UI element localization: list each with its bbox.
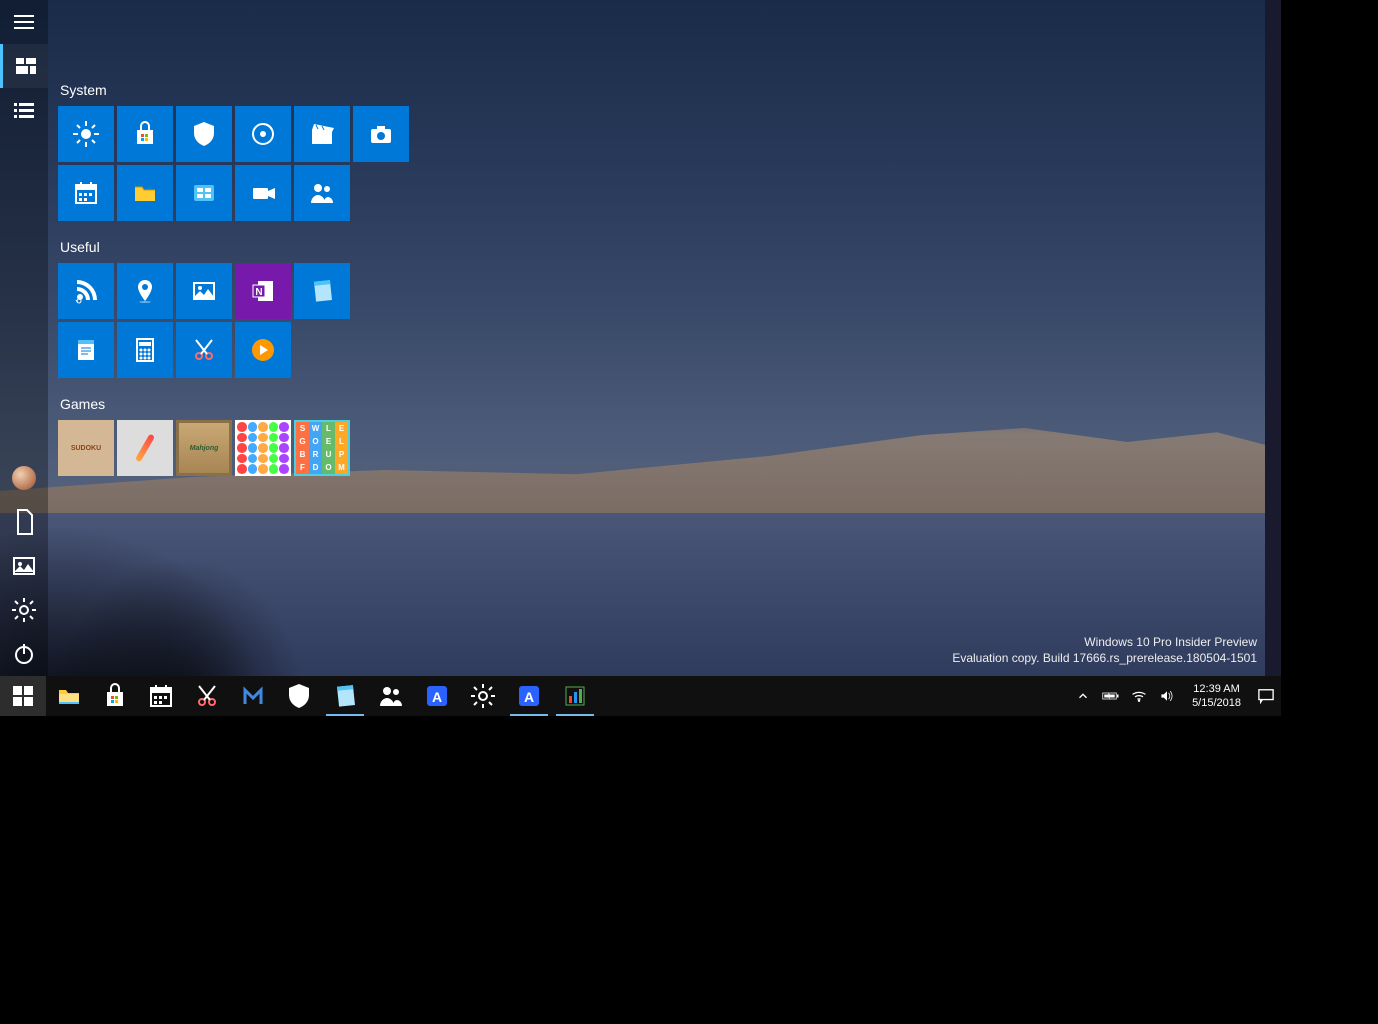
tile-dots-game[interactable] xyxy=(235,420,291,476)
tile-notepad[interactable] xyxy=(294,263,350,319)
watermark-line1: Windows 10 Pro Insider Preview xyxy=(952,634,1257,650)
tile-calculator[interactable] xyxy=(117,322,173,378)
taskbar-notepad[interactable] xyxy=(322,676,368,716)
rail-hamburger[interactable] xyxy=(0,0,48,44)
tile-maps[interactable] xyxy=(117,263,173,319)
desktop: Windows 10 Pro Insider Preview Evaluatio… xyxy=(0,0,1281,713)
taskbar-store[interactable] xyxy=(92,676,138,716)
group-title-system[interactable]: System xyxy=(60,82,409,98)
tile-calendar[interactable] xyxy=(58,165,114,221)
tile-people[interactable] xyxy=(294,165,350,221)
tile-movies[interactable] xyxy=(294,106,350,162)
start-rail xyxy=(0,0,48,676)
tile-video[interactable] xyxy=(235,165,291,221)
tray-chevron-up-icon[interactable] xyxy=(1074,687,1092,705)
tile-disc[interactable] xyxy=(235,106,291,162)
watermark-line2: Evaluation copy. Build 17666.rs_prerelea… xyxy=(952,650,1257,666)
taskbar-people[interactable] xyxy=(368,676,414,716)
tray-volume-icon[interactable] xyxy=(1158,687,1176,705)
tile-sudoku[interactable]: SUDOKU xyxy=(58,420,114,476)
tray-wifi-icon[interactable] xyxy=(1130,687,1148,705)
tile-mahjong[interactable]: Mahjong xyxy=(176,420,232,476)
rail-documents[interactable] xyxy=(0,500,48,544)
svg-text:A: A xyxy=(524,689,534,705)
svg-text:N: N xyxy=(255,287,262,298)
taskbar-settings[interactable] xyxy=(460,676,506,716)
rail-settings[interactable] xyxy=(0,588,48,632)
taskbar-calendar[interactable] xyxy=(138,676,184,716)
svg-text:A: A xyxy=(432,689,442,705)
windows-watermark: Windows 10 Pro Insider Preview Evaluatio… xyxy=(952,634,1257,666)
group-title-useful[interactable]: Useful xyxy=(60,239,409,255)
taskbar-file-explorer[interactable] xyxy=(46,676,92,716)
taskbar-app-chart[interactable] xyxy=(552,676,598,716)
taskbar-app-a[interactable]: A xyxy=(414,676,460,716)
start-tiles: System Useful N Games SUDOKU Mahjong SWLEGOELB… xyxy=(48,0,419,489)
tile-control-panel[interactable] xyxy=(176,165,232,221)
tile-pencil-game[interactable] xyxy=(117,420,173,476)
taskbar-defender[interactable] xyxy=(276,676,322,716)
rail-pictures[interactable] xyxy=(0,544,48,588)
tile-word-game[interactable]: SWLEGOELBRUPFDOM xyxy=(294,420,350,476)
tile-rss[interactable] xyxy=(58,263,114,319)
clock[interactable]: 12:39 AM5/15/2018 xyxy=(1186,682,1247,710)
tile-security[interactable] xyxy=(176,106,232,162)
tile-snip[interactable] xyxy=(176,322,232,378)
tile-photos[interactable] xyxy=(176,263,232,319)
rail-all-apps[interactable] xyxy=(0,88,48,132)
taskbar-start[interactable] xyxy=(0,676,46,716)
avatar-icon xyxy=(12,466,36,490)
clock-time: 12:39 AM xyxy=(1192,682,1241,696)
tile-store[interactable] xyxy=(117,106,173,162)
taskbar-malwarebytes[interactable] xyxy=(230,676,276,716)
tile-media-player[interactable] xyxy=(235,322,291,378)
rail-pinned[interactable] xyxy=(0,44,48,88)
taskbar: A A 12:39 AM5/15/2018 xyxy=(0,676,1281,716)
tray-battery-icon[interactable] xyxy=(1102,687,1120,705)
group-title-games[interactable]: Games xyxy=(60,396,409,412)
scrollbar[interactable] xyxy=(1265,0,1281,713)
taskbar-snip[interactable] xyxy=(184,676,230,716)
tray-notifications-icon[interactable] xyxy=(1257,687,1275,705)
tile-wordpad[interactable] xyxy=(58,322,114,378)
tile-settings[interactable] xyxy=(58,106,114,162)
tile-files[interactable] xyxy=(117,165,173,221)
tile-onenote[interactable]: N xyxy=(235,263,291,319)
clock-date: 5/15/2018 xyxy=(1192,696,1241,710)
system-tray: 12:39 AM5/15/2018 xyxy=(1068,682,1281,710)
rail-power[interactable] xyxy=(0,632,48,676)
taskbar-app-a2[interactable]: A xyxy=(506,676,552,716)
rail-user[interactable] xyxy=(0,456,48,500)
tile-camera[interactable] xyxy=(353,106,409,162)
